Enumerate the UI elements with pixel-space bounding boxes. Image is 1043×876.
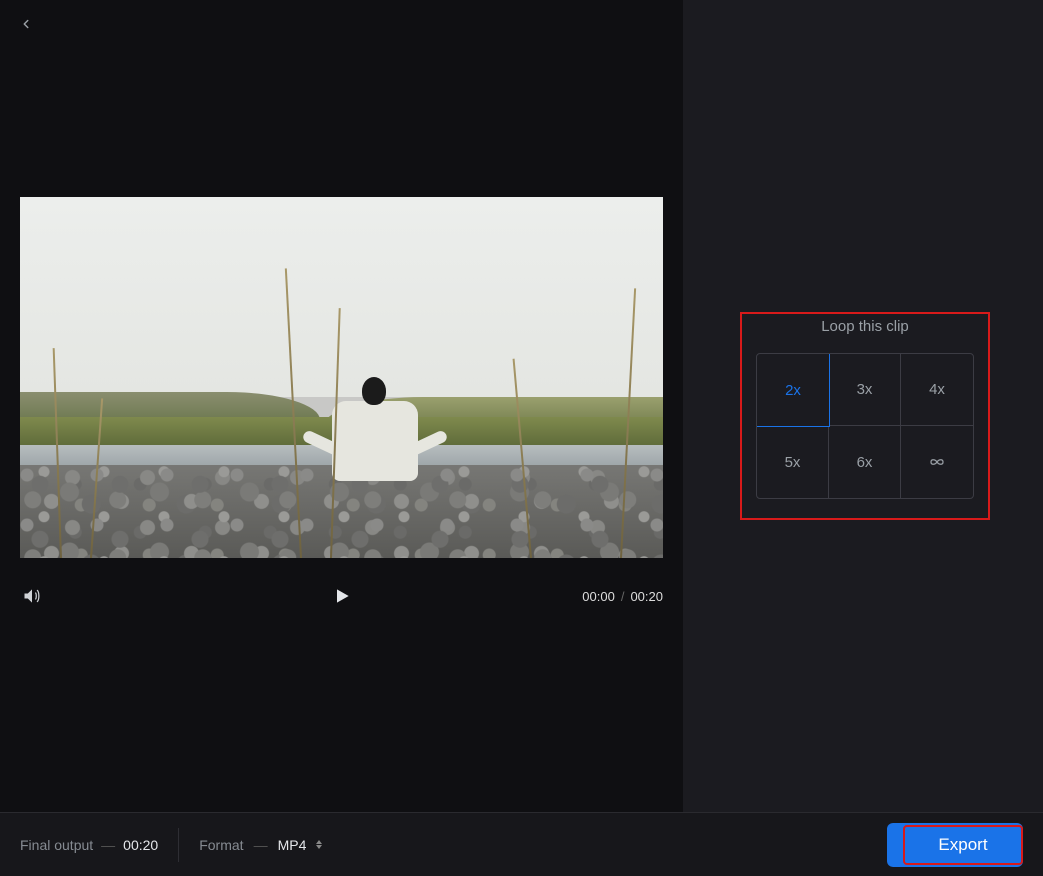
bottom-bar: Final output — 00:20 Format — MP4 Export <box>0 812 1043 876</box>
sort-icon <box>316 840 322 849</box>
total-time: 00:20 <box>630 589 663 604</box>
time-display: 00:00 / 00:20 <box>582 589 663 604</box>
play-icon <box>332 586 352 606</box>
format-select[interactable]: Format — MP4 <box>199 837 322 853</box>
settings-panel: Loop this clip 2x 3x 4x 5x 6x <box>683 0 1043 812</box>
playback-controls: 00:00 / 00:20 <box>20 580 663 612</box>
loop-selector-box: Loop this clip 2x 3x 4x 5x 6x <box>740 312 990 520</box>
loop-option-2x[interactable]: 2x <box>756 353 830 427</box>
export-label: Export <box>938 835 987 855</box>
volume-button[interactable] <box>20 584 44 608</box>
loop-option-5x[interactable]: 5x <box>757 426 829 498</box>
loop-option-infinite[interactable] <box>901 426 973 498</box>
final-output-info: Final output — 00:20 <box>20 837 158 853</box>
loop-option-4x[interactable]: 4x <box>901 354 973 426</box>
infinity-icon <box>926 456 948 468</box>
current-time: 00:00 <box>582 589 615 604</box>
format-value: MP4 <box>278 837 307 853</box>
loop-title: Loop this clip <box>742 318 988 335</box>
export-button[interactable]: Export <box>903 825 1023 865</box>
play-button[interactable] <box>330 584 354 608</box>
preview-panel: 00:00 / 00:20 <box>0 0 683 812</box>
volume-icon <box>22 586 42 606</box>
final-output-label: Final output <box>20 837 93 853</box>
video-preview[interactable] <box>20 197 663 558</box>
format-label: Format <box>199 837 243 853</box>
export-button-container: Export <box>887 823 1023 867</box>
loop-option-6x[interactable]: 6x <box>829 426 901 498</box>
loop-grid: 2x 3x 4x 5x 6x <box>756 353 974 499</box>
chevron-left-icon <box>19 17 33 31</box>
back-button[interactable] <box>14 12 38 36</box>
loop-option-3x[interactable]: 3x <box>829 354 901 426</box>
final-output-value: 00:20 <box>123 837 158 853</box>
